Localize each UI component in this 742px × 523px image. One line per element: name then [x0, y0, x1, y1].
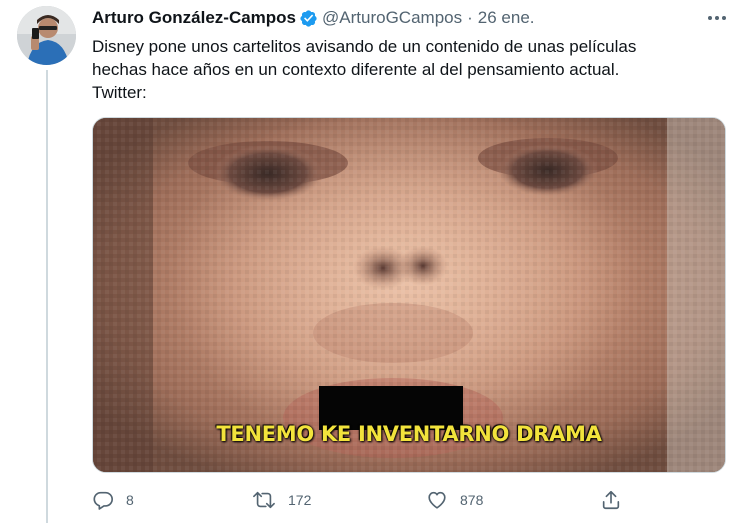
- tweet-text: Disney pone unos cartelitos avisando de …: [92, 35, 732, 104]
- avatar[interactable]: [17, 6, 76, 65]
- separator-dot: ·: [467, 8, 473, 27]
- author-name[interactable]: Arturo González-Campos: [92, 8, 296, 28]
- like-count: 878: [460, 492, 484, 508]
- retweet-button[interactable]: 172: [252, 488, 311, 512]
- like-button[interactable]: 878: [426, 488, 483, 512]
- share-icon: [600, 489, 622, 511]
- tweet-date[interactable]: 26 ene.: [478, 8, 535, 28]
- verified-badge-icon: [299, 9, 318, 28]
- tweet-media-image[interactable]: TENEMO KE INVENTARNO DRAMA: [92, 117, 726, 473]
- reply-count: 8: [126, 492, 134, 508]
- tweet-text-line: hechas hace años en un contexto diferent…: [92, 60, 620, 79]
- heart-icon: [426, 489, 448, 511]
- tweet-text-line: Twitter:: [92, 83, 147, 102]
- thread-line: [46, 70, 48, 523]
- retweet-count: 172: [288, 492, 312, 508]
- reply-button[interactable]: 8: [92, 488, 134, 512]
- tweet: Arturo González-Campos @ArturoGCampos · …: [0, 0, 742, 523]
- more-horizontal-icon[interactable]: [704, 7, 730, 29]
- tweet-actions: 8 172 878: [92, 488, 632, 512]
- tweet-header: Arturo González-Campos @ArturoGCampos · …: [92, 6, 535, 30]
- media-caption: TENEMO KE INVENTARNO DRAMA: [216, 422, 602, 446]
- tweet-text-line: Disney pone unos cartelitos avisando de …: [92, 37, 637, 56]
- retweet-icon: [252, 489, 276, 511]
- author-handle[interactable]: @ArturoGCampos: [322, 8, 462, 28]
- share-button[interactable]: [600, 488, 622, 512]
- reply-icon: [92, 489, 114, 511]
